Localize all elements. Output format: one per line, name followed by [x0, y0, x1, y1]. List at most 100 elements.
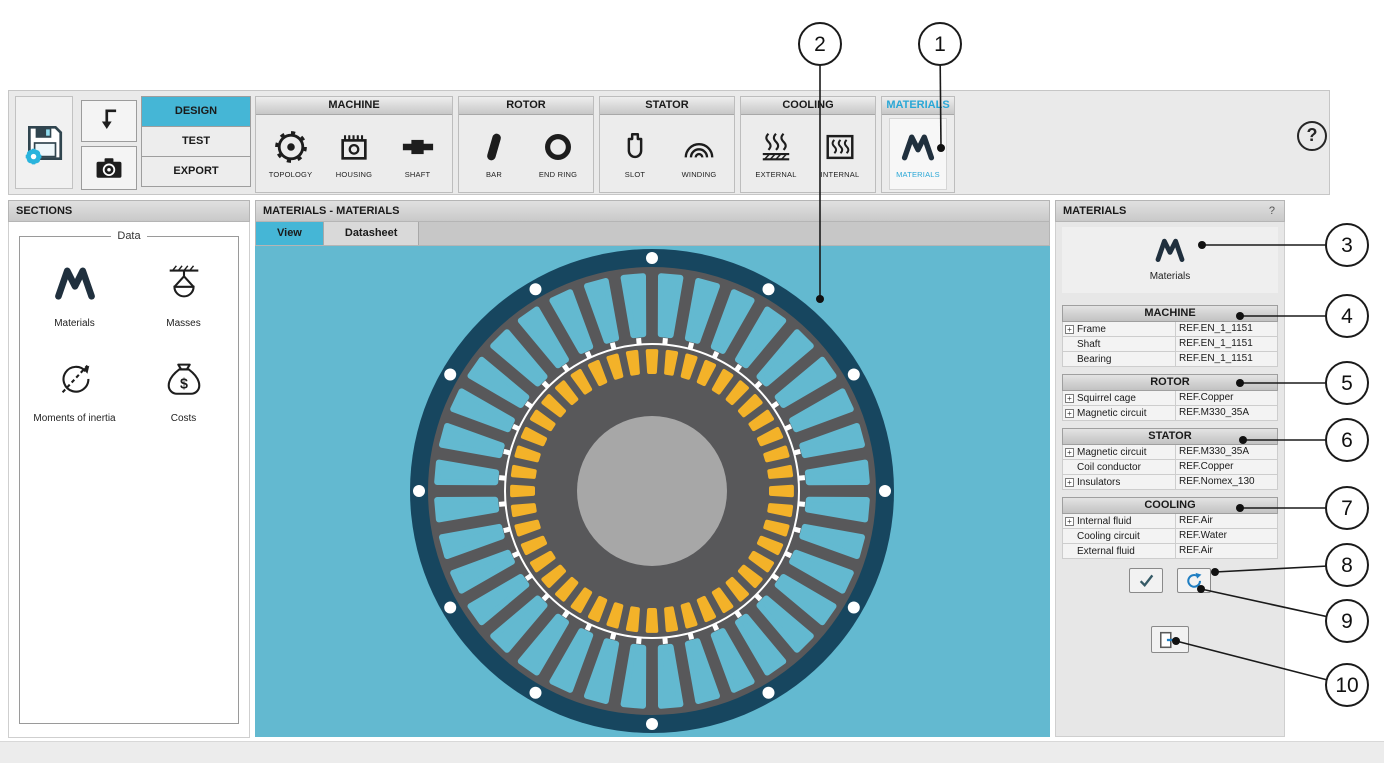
- materials-logo-icon: [900, 129, 936, 165]
- bar-icon: [476, 129, 512, 165]
- costs-icon: $: [163, 357, 205, 404]
- material-value[interactable]: REF.EN_1_1151: [1175, 322, 1277, 336]
- import-button[interactable]: [81, 100, 137, 142]
- mode-tab-design[interactable]: DESIGN: [141, 96, 251, 127]
- section-item-moments-of-inertia[interactable]: Moments of inertia: [23, 357, 127, 424]
- callout-circle-3: [1326, 224, 1368, 266]
- table-row-internal-fluid[interactable]: +Internal fluidREF.Air: [1062, 514, 1278, 529]
- ribbon-item-internal[interactable]: INTERNAL: [811, 118, 869, 190]
- row-label: Cooling circuit: [1063, 531, 1175, 542]
- material-value[interactable]: REF.Air: [1175, 544, 1277, 558]
- ribbon-item-slot[interactable]: SLOT: [606, 118, 664, 190]
- row-label-text: Magnetic circuit: [1077, 447, 1146, 458]
- ribbon-item-materials[interactable]: MATERIALS: [889, 118, 947, 190]
- mode-tab-test[interactable]: TEST: [141, 126, 251, 157]
- table-row-magnetic-circuit[interactable]: +Magnetic circuit REF.M330_35A: [1062, 406, 1278, 421]
- external-cooling-icon: [758, 129, 794, 165]
- view-tab-view[interactable]: View: [256, 222, 324, 245]
- screenshot-button[interactable]: [81, 146, 137, 190]
- validate-button[interactable]: [1129, 568, 1163, 593]
- table-row-bearing[interactable]: BearingREF.EN_1_1151: [1062, 352, 1278, 367]
- table-header: COOLING: [1062, 497, 1278, 514]
- table-row-squirrel-cage[interactable]: +Squirrel cageREF.Copper: [1062, 391, 1278, 406]
- row-label: +Magnetic circuit: [1063, 447, 1175, 458]
- material-value[interactable]: REF.Copper: [1175, 391, 1277, 405]
- row-label: Bearing: [1063, 354, 1175, 365]
- expand-icon[interactable]: +: [1065, 325, 1074, 334]
- section-item-materials[interactable]: Materials: [23, 262, 127, 329]
- ribbon-item-label: WINDING: [682, 170, 717, 179]
- main-panel-title: MATERIALS - MATERIALS: [255, 200, 1050, 222]
- table-row-external-fluid[interactable]: External fluidREF.Air: [1062, 544, 1278, 559]
- material-value[interactable]: REF.Water: [1175, 529, 1277, 543]
- materials-panel-title: MATERIALS: [1063, 201, 1126, 221]
- expand-icon[interactable]: +: [1065, 409, 1074, 418]
- ribbon-group-materials: MATERIALSMATERIALS: [881, 96, 955, 193]
- row-label: +Squirrel cage: [1063, 393, 1175, 404]
- row-label-text: Magnetic circuit: [1077, 408, 1146, 419]
- slot-icon: [617, 129, 653, 165]
- ribbon-item-bar[interactable]: BAR: [465, 118, 523, 190]
- ribbon-item-topology[interactable]: TOPOLOGY: [262, 118, 320, 190]
- table-row-frame[interactable]: +FrameREF.EN_1_1151: [1062, 322, 1278, 337]
- group-body: BAREND RING: [459, 115, 593, 193]
- expand-icon[interactable]: +: [1065, 478, 1074, 487]
- svg-text:4: 4: [1341, 305, 1353, 328]
- sections-panel-title: SECTIONS: [8, 200, 250, 222]
- row-label: Shaft: [1063, 339, 1175, 350]
- group-body: EXTERNAL INTERNAL: [741, 115, 875, 193]
- export-button[interactable]: [1151, 626, 1189, 653]
- ribbon-groups: MACHINE TOPOLOGYHOUSINGSHAFTROTORBAREND R…: [255, 96, 955, 193]
- ribbon-item-external[interactable]: EXTERNAL: [747, 118, 805, 190]
- svg-text:9: 9: [1341, 610, 1353, 633]
- expand-icon[interactable]: +: [1065, 517, 1074, 526]
- materials-section-block: Materials: [1062, 227, 1278, 293]
- callout-circle-4: [1326, 295, 1368, 337]
- section-item-costs[interactable]: $Costs: [132, 357, 236, 424]
- svg-text:2: 2: [814, 33, 826, 56]
- material-value[interactable]: REF.Nomex_130: [1175, 475, 1277, 489]
- table-row-insulators[interactable]: +InsulatorsREF.Nomex_130: [1062, 475, 1278, 490]
- materials-table-machine: MACHINE+FrameREF.EN_1_1151ShaftREF.EN_1_…: [1062, 305, 1278, 367]
- table-row-magnetic-circuit[interactable]: +Magnetic circuitREF.M330_35A: [1062, 445, 1278, 460]
- callout-circle-1: [919, 23, 961, 65]
- section-item-masses[interactable]: Masses: [132, 262, 236, 329]
- help-button[interactable]: ?: [1297, 121, 1327, 151]
- ribbon-item-housing[interactable]: HOUSING: [325, 118, 383, 190]
- restore-button[interactable]: [1177, 568, 1211, 593]
- group-title: MACHINE: [256, 97, 452, 115]
- material-value[interactable]: REF.EN_1_1151: [1175, 352, 1277, 366]
- machine-cross-section-view[interactable]: [255, 246, 1050, 737]
- material-value[interactable]: REF.EN_1_1151: [1175, 337, 1277, 351]
- table-row-shaft[interactable]: ShaftREF.EN_1_1151: [1062, 337, 1278, 352]
- material-value[interactable]: REF.Copper: [1175, 460, 1277, 474]
- expand-icon[interactable]: +: [1065, 448, 1074, 457]
- group-title: COOLING: [741, 97, 875, 115]
- callout-circle-2: [799, 23, 841, 65]
- expand-spacer: [1065, 463, 1074, 472]
- svg-text:10: 10: [1335, 674, 1358, 697]
- materials-section-label: Materials: [1150, 271, 1191, 282]
- table-row-cooling-circuit[interactable]: Cooling circuitREF.Water: [1062, 529, 1278, 544]
- material-value[interactable]: REF.M330_35A: [1175, 406, 1277, 420]
- ribbon-item-shaft[interactable]: SHAFT: [389, 118, 447, 190]
- ribbon-group-rotor: ROTORBAREND RING: [458, 96, 594, 193]
- ribbon-item-winding[interactable]: WINDING: [670, 118, 728, 190]
- materials-logo-icon: [54, 262, 96, 309]
- actions-row: [1056, 568, 1284, 593]
- material-value[interactable]: REF.M330_35A: [1175, 445, 1277, 459]
- ribbon-group-cooling: COOLING EXTERNAL INTERNAL: [740, 96, 876, 193]
- shaft-icon: [400, 129, 436, 165]
- panel-help-icon[interactable]: ?: [1269, 201, 1275, 221]
- save-project-button[interactable]: [15, 96, 73, 189]
- mode-tab-export[interactable]: EXPORT: [141, 156, 251, 187]
- table-header: ROTOR: [1062, 374, 1278, 391]
- ribbon-item-label: INTERNAL: [821, 170, 860, 179]
- material-value[interactable]: REF.Air: [1175, 514, 1277, 528]
- row-label: Coil conductor: [1063, 462, 1175, 473]
- view-tab-datasheet[interactable]: Datasheet: [324, 222, 420, 245]
- ribbon-item-end-ring[interactable]: END RING: [529, 118, 587, 190]
- table-row-coil-conductor[interactable]: Coil conductorREF.Copper: [1062, 460, 1278, 475]
- svg-text:7: 7: [1341, 497, 1353, 520]
- expand-icon[interactable]: +: [1065, 394, 1074, 403]
